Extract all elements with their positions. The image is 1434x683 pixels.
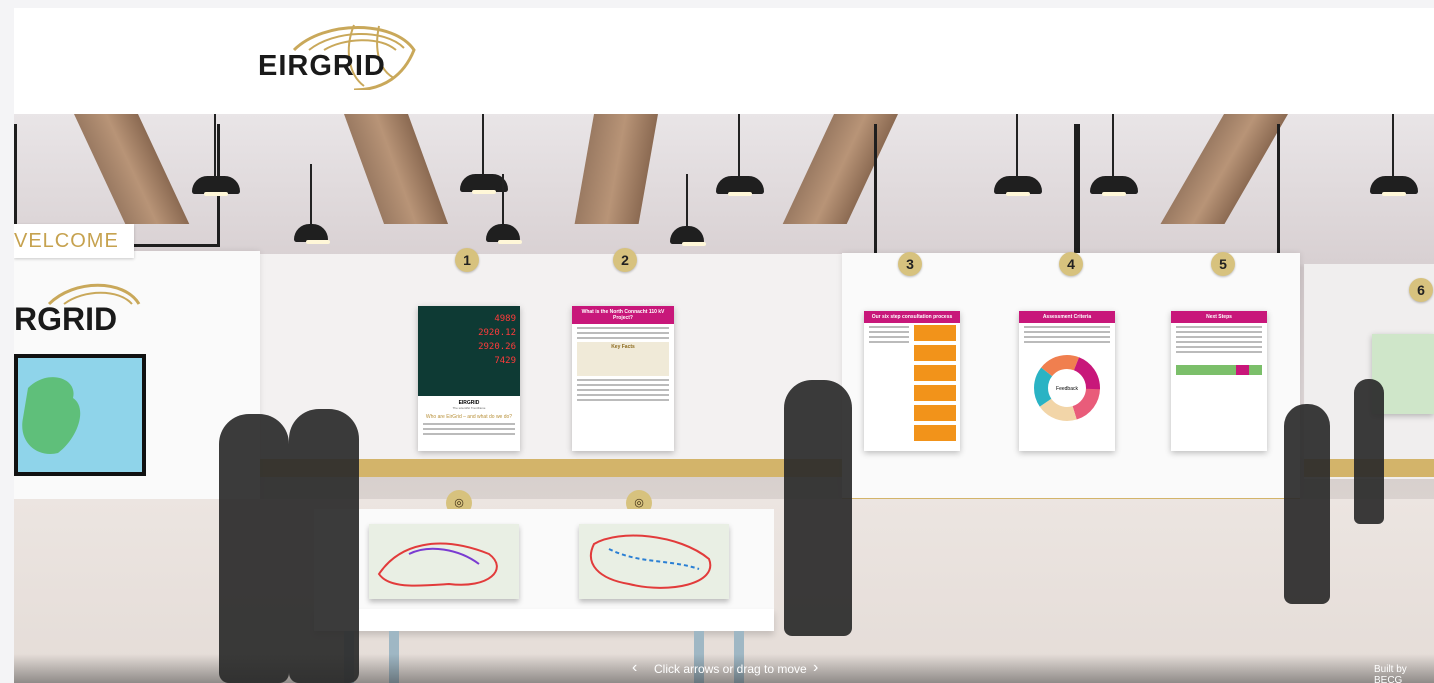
poster-2-key-facts: Key Facts bbox=[577, 342, 669, 376]
ireland-map-icon bbox=[22, 377, 81, 454]
pendant-lamp-icon bbox=[192, 176, 240, 196]
ceiling-truss bbox=[874, 124, 1080, 257]
lamp-cord bbox=[310, 164, 312, 224]
poster-5-title: Next Steps bbox=[1171, 311, 1267, 323]
previous-arrow-button[interactable]: ‹ bbox=[632, 659, 637, 677]
lamp-cord bbox=[738, 114, 740, 176]
poster-1-caption: Who are EirGrid – and what do we do? bbox=[425, 414, 513, 420]
poster-1[interactable]: 4989 2920.12 2920.26 7429 EIRGRID The sc… bbox=[418, 306, 520, 451]
display-table-edge bbox=[314, 609, 774, 631]
eirgrid-logo: EIRGRID bbox=[254, 20, 434, 92]
poster-marker-3[interactable]: 3 bbox=[898, 252, 922, 276]
lamp-cord bbox=[1392, 114, 1394, 176]
poster-3[interactable]: Our six step consultation process bbox=[864, 311, 960, 451]
lamp-cord bbox=[1112, 114, 1114, 176]
visitor-silhouette bbox=[1284, 404, 1330, 604]
pendant-lamp-icon bbox=[1370, 176, 1418, 196]
exhibition-scene[interactable]: VELCOME RGRID 1 2 3 4 5 6 4989 2920.12 2… bbox=[14, 114, 1434, 683]
table-map-2[interactable] bbox=[579, 524, 729, 599]
poster-3-title: Our six step consultation process bbox=[864, 311, 960, 323]
visitor-silhouette bbox=[1354, 379, 1384, 524]
poster-4[interactable]: Assessment Criteria Feedback bbox=[1019, 311, 1115, 451]
ireland-map-screen[interactable] bbox=[14, 354, 146, 476]
lamp-cord bbox=[1016, 114, 1018, 176]
table-map-1[interactable] bbox=[369, 524, 519, 599]
welcome-sign: VELCOME bbox=[14, 224, 134, 258]
poster-marker-1[interactable]: 1 bbox=[455, 248, 479, 272]
header: EIRGRID bbox=[14, 8, 1434, 114]
assessment-ring-chart: Feedback bbox=[1034, 355, 1100, 421]
credit-prefix: Built by bbox=[1374, 664, 1407, 675]
wall-eirgrid-logo: RGRID bbox=[14, 279, 141, 339]
pendant-lamp-icon bbox=[1090, 176, 1138, 196]
poster-marker-4[interactable]: 4 bbox=[1059, 252, 1083, 276]
lamp-cord bbox=[502, 174, 504, 224]
becg-link[interactable]: BECG bbox=[1374, 675, 1402, 683]
poster-1-sub: The scientific Trentframe bbox=[452, 406, 486, 410]
poster-2-section: Key Facts bbox=[611, 344, 635, 350]
led-number: 7429 bbox=[494, 356, 516, 366]
visitor-silhouette bbox=[219, 414, 289, 683]
pendant-lamp-icon bbox=[460, 174, 508, 194]
poster-marker-5[interactable]: 5 bbox=[1211, 252, 1235, 276]
route-map-icon bbox=[377, 542, 498, 587]
poster-2[interactable]: What is the North Connacht 110 kV Projec… bbox=[572, 306, 674, 451]
poster-marker-6[interactable]: 6 bbox=[1409, 278, 1433, 302]
led-number: 2920.12 bbox=[478, 328, 516, 338]
poster-2-title: What is the North Connacht 110 kV Projec… bbox=[572, 306, 674, 324]
lamp-cord bbox=[482, 114, 484, 174]
route-map-icon bbox=[589, 534, 712, 589]
poster-marker-2[interactable]: 2 bbox=[613, 248, 637, 272]
pendant-lamp-icon bbox=[716, 176, 764, 196]
pendant-lamp-icon bbox=[994, 176, 1042, 196]
lamp-cord bbox=[686, 174, 688, 226]
navigation-hint: Click arrows or drag to move bbox=[654, 662, 807, 676]
ring-center-label: Feedback bbox=[1056, 386, 1078, 392]
logo-text: EIRGRID bbox=[258, 50, 386, 82]
wall-logo-text: RGRID bbox=[14, 301, 118, 337]
lamp-cord bbox=[214, 114, 216, 176]
led-number: 2920.26 bbox=[478, 342, 516, 352]
poster-5[interactable]: Next Steps bbox=[1171, 311, 1267, 451]
poster-3-steps bbox=[914, 325, 956, 445]
visitor-silhouette bbox=[784, 380, 852, 636]
next-arrow-button[interactable]: › bbox=[813, 659, 818, 677]
poster-4-title: Assessment Criteria bbox=[1019, 311, 1115, 323]
credit: Built by BECG bbox=[1374, 664, 1434, 683]
virtual-exhibition-page: EIRGRID VELCOME RGRID 1 2 3 4 5 6 4989 2… bbox=[14, 8, 1434, 683]
poster-1-image: 4989 2920.12 2920.26 7429 bbox=[418, 306, 520, 396]
led-number: 4989 bbox=[494, 314, 516, 324]
poster-5-timeline bbox=[1176, 365, 1262, 375]
visitor-silhouette bbox=[289, 409, 359, 683]
